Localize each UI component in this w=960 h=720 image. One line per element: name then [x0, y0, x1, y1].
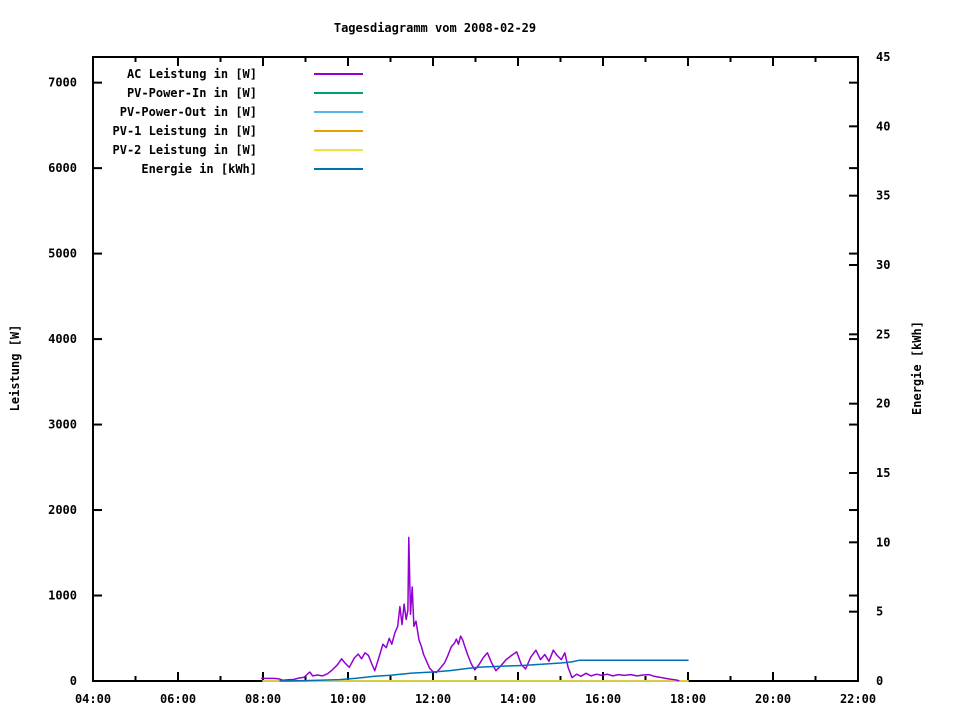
legend-line-sample	[314, 129, 363, 132]
chart-title: Tagesdiagramm vom 2008-02-29	[333, 21, 537, 35]
y2-tick-label: 15	[876, 466, 890, 480]
series-line-ac-leistung-in-w	[260, 536, 680, 682]
legend-entry-pv-power-out: PV-Power-Out in [W]	[0, 102, 363, 121]
x-tick-label: 06:00	[160, 692, 196, 706]
x-tick-label: 08:00	[245, 692, 281, 706]
legend-label: PV-2 Leistung in [W]	[112, 142, 258, 157]
y2-tick-label: 35	[876, 189, 890, 203]
legend-entry-pv2-leistung: PV-2 Leistung in [W]	[0, 140, 363, 159]
legend-line-sample	[314, 167, 363, 170]
legend: AC Leistung in [W] PV-Power-In in [W] PV…	[0, 64, 363, 178]
legend-entry-pv-power-in: PV-Power-In in [W]	[0, 83, 363, 102]
x-tick-label: 10:00	[330, 692, 366, 706]
legend-label: PV-Power-In in [W]	[126, 85, 257, 100]
y2-axis-label: Energie [kWh]	[910, 321, 924, 415]
legend-entry-pv1-leistung: PV-1 Leistung in [W]	[0, 121, 363, 140]
legend-line-sample	[314, 72, 363, 75]
y2-tick-label: 5	[876, 605, 883, 619]
y2-tick-label: 20	[876, 397, 890, 411]
y-tick-label: 5000	[48, 247, 77, 261]
y-tick-label: 0	[70, 674, 77, 688]
x-tick-label: 14:00	[500, 692, 536, 706]
legend-line-sample	[314, 148, 363, 151]
x-tick-label: 04:00	[75, 692, 111, 706]
y-tick-label: 3000	[48, 418, 77, 432]
y2-tick-label: 10	[876, 535, 890, 549]
legend-entry-ac-leistung: AC Leistung in [W]	[0, 64, 363, 83]
x-tick-label: 22:00	[840, 692, 876, 706]
y2-tick-label: 0	[876, 674, 883, 688]
legend-label: Energie in [kWh]	[141, 161, 257, 176]
y-tick-label: 4000	[48, 332, 77, 346]
x-tick-label: 18:00	[670, 692, 706, 706]
y2-tick-label: 40	[876, 119, 890, 133]
legend-label: PV-1 Leistung in [W]	[112, 123, 258, 138]
legend-entry-energie: Energie in [kWh]	[0, 159, 363, 178]
series-line-energie-in-kwh	[279, 659, 689, 682]
x-tick-label: 20:00	[755, 692, 791, 706]
y-axis-label: Leistung [W]	[8, 324, 22, 412]
y2-tick-label: 45	[876, 50, 890, 64]
legend-label: PV-Power-Out in [W]	[119, 104, 257, 119]
y-tick-label: 2000	[48, 503, 77, 517]
legend-line-sample	[314, 110, 363, 113]
x-tick-label: 16:00	[585, 692, 621, 706]
y2-tick-label: 30	[876, 258, 890, 272]
legend-line-sample	[314, 91, 363, 94]
y-tick-label: 1000	[48, 589, 77, 603]
tagesdiagramm-chart: 04:00 06:00 08:00 10:00 12:00 14:00 16:00 18:00…	[0, 0, 960, 720]
legend-label: AC Leistung in [W]	[126, 66, 257, 81]
x-tick-label: 12:00	[415, 692, 451, 706]
y2-tick-label: 25	[876, 327, 890, 341]
